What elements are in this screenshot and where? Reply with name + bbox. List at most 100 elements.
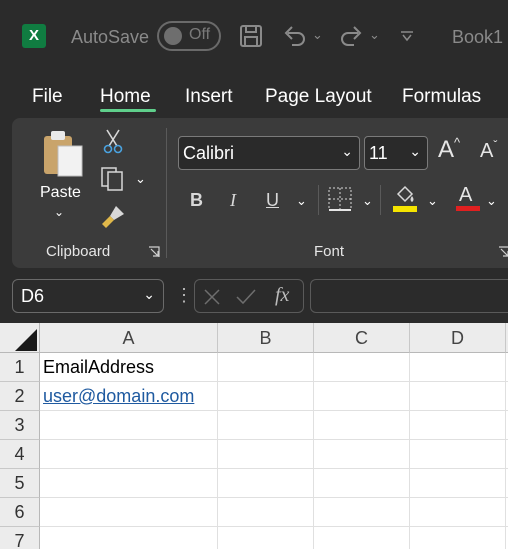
- grid-cell[interactable]: [218, 527, 314, 549]
- row-header-1[interactable]: 1: [0, 353, 40, 382]
- column-header-c[interactable]: C: [314, 323, 410, 353]
- grid-cell[interactable]: [314, 498, 410, 527]
- grid-cell[interactable]: [40, 411, 218, 440]
- font-size-dropdown[interactable]: 11 ⌄: [364, 136, 428, 170]
- font-color-glyph: A: [459, 184, 473, 206]
- grid-cell[interactable]: [314, 353, 410, 382]
- select-all-icon: [15, 329, 37, 351]
- font-size-chevron-icon: ⌄: [409, 143, 421, 159]
- bold-button[interactable]: B: [190, 190, 203, 211]
- grid-cell[interactable]: [218, 440, 314, 469]
- name-box[interactable]: D6 ⌄: [12, 279, 164, 313]
- font-separator-2: [380, 185, 381, 215]
- clipboard-group-label: Clipboard: [46, 243, 111, 260]
- grid-cell[interactable]: [218, 411, 314, 440]
- font-dialog-launcher-icon[interactable]: [498, 246, 508, 258]
- grid-cell[interactable]: [218, 469, 314, 498]
- cell-a1[interactable]: EmailAddress: [40, 353, 218, 382]
- clipboard-dialog-launcher-icon[interactable]: [148, 246, 160, 258]
- grid-cell[interactable]: [40, 498, 218, 527]
- copy-icon[interactable]: [100, 166, 126, 192]
- font-group-label: Font: [314, 243, 345, 260]
- fill-color-icon[interactable]: [392, 184, 418, 214]
- underline-button[interactable]: U: [266, 190, 279, 211]
- italic-button[interactable]: I: [230, 190, 236, 211]
- formula-input[interactable]: [310, 279, 508, 313]
- fill-color-chevron-icon[interactable]: ⌄: [427, 193, 438, 209]
- font-name-chevron-icon: ⌄: [341, 143, 353, 159]
- grid-cell[interactable]: [40, 469, 218, 498]
- row-header-5[interactable]: 5: [0, 469, 40, 498]
- grid-cell[interactable]: [218, 382, 314, 411]
- grid-cell[interactable]: [410, 469, 506, 498]
- autosave-state: Off: [189, 26, 211, 43]
- autosave-toggle[interactable]: Off: [157, 21, 221, 51]
- row-header-4[interactable]: 4: [0, 440, 40, 469]
- grid-cell[interactable]: [40, 527, 218, 549]
- paste-icon[interactable]: [40, 128, 86, 178]
- autosave-label: AutoSave: [71, 27, 150, 47]
- tab-home[interactable]: Home: [100, 86, 151, 108]
- decrease-font-glyph: A: [480, 140, 494, 162]
- font-size-value: 11: [369, 143, 388, 163]
- paste-label[interactable]: Paste: [40, 184, 81, 202]
- row-header-2[interactable]: 2: [0, 382, 40, 411]
- grid-cell[interactable]: [218, 353, 314, 382]
- tab-formulas[interactable]: Formulas: [402, 86, 481, 108]
- decrease-font-size-button[interactable]: Aˇ: [480, 138, 497, 163]
- font-name-dropdown[interactable]: Calibri ⌄: [178, 136, 360, 170]
- font-name-value: Calibri: [183, 143, 235, 163]
- font-color-button[interactable]: A: [456, 184, 480, 214]
- cell-a2[interactable]: user@domain.com: [40, 382, 218, 411]
- column-header-d[interactable]: D: [410, 323, 506, 353]
- formula-bar-options-icon[interactable]: ⋮: [175, 285, 193, 306]
- tab-file[interactable]: File: [32, 86, 63, 108]
- grid-cell[interactable]: [314, 440, 410, 469]
- font-separator: [318, 185, 319, 215]
- select-all-corner[interactable]: [0, 323, 40, 353]
- save-icon[interactable]: [239, 24, 263, 48]
- name-box-chevron-icon: ⌄: [143, 286, 155, 302]
- grid-cell[interactable]: [410, 382, 506, 411]
- font-color-chevron-icon[interactable]: ⌄: [486, 193, 497, 209]
- tab-insert[interactable]: Insert: [185, 86, 233, 108]
- redo-dropdown-chevron-icon[interactable]: ⌄: [369, 27, 380, 43]
- tab-page-layout[interactable]: Page Layout: [265, 86, 372, 108]
- paste-dropdown-chevron-icon[interactable]: ⌄: [54, 205, 64, 219]
- row-header-3[interactable]: 3: [0, 411, 40, 440]
- grid-cell[interactable]: [314, 469, 410, 498]
- undo-dropdown-chevron-icon[interactable]: ⌄: [312, 27, 323, 43]
- customize-qat-icon[interactable]: [400, 30, 414, 42]
- grid-cell[interactable]: [410, 440, 506, 469]
- increase-font-size-button[interactable]: A^: [438, 135, 460, 164]
- grid-cell[interactable]: [410, 527, 506, 549]
- redo-icon[interactable]: [338, 23, 364, 49]
- active-tab-indicator: [100, 109, 156, 112]
- row-header-6[interactable]: 6: [0, 498, 40, 527]
- enter-check-icon[interactable]: [235, 288, 257, 306]
- cell-a2-link[interactable]: user@domain.com: [43, 386, 194, 407]
- grid-cell[interactable]: [40, 440, 218, 469]
- column-header-b[interactable]: B: [218, 323, 314, 353]
- borders-chevron-icon[interactable]: ⌄: [362, 193, 373, 209]
- grid-cell[interactable]: [218, 498, 314, 527]
- row-header-7[interactable]: 7: [0, 527, 40, 549]
- grid-cell[interactable]: [410, 353, 506, 382]
- column-header-a[interactable]: A: [40, 323, 218, 353]
- grid-cell[interactable]: [410, 411, 506, 440]
- grid-cell[interactable]: [314, 527, 410, 549]
- format-painter-icon[interactable]: [100, 204, 126, 230]
- borders-icon[interactable]: [327, 186, 353, 212]
- grid-cell[interactable]: [314, 382, 410, 411]
- insert-function-button[interactable]: fx: [275, 284, 289, 307]
- grid-cell[interactable]: [314, 411, 410, 440]
- title-bar: X AutoSave Off ⌄ ⌄ Book1: [0, 0, 508, 72]
- cancel-icon[interactable]: [203, 288, 221, 306]
- toggle-knob: [164, 27, 182, 45]
- font-color-swatch: [456, 206, 480, 211]
- underline-chevron-icon[interactable]: ⌄: [296, 193, 307, 209]
- grid-cell[interactable]: [410, 498, 506, 527]
- copy-dropdown-chevron-icon[interactable]: ⌄: [135, 171, 146, 187]
- cut-icon[interactable]: [102, 128, 124, 154]
- undo-icon[interactable]: [282, 23, 308, 49]
